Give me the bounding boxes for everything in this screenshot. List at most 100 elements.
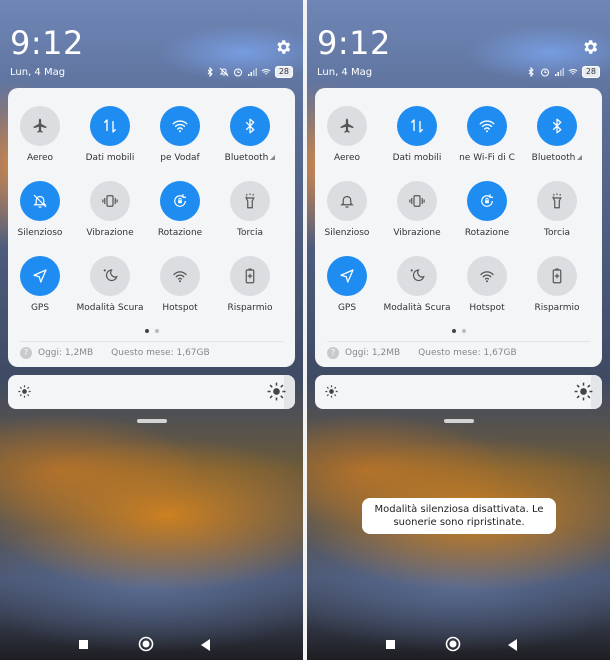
home-button[interactable] [138,636,154,652]
tile-airplane[interactable]: Aereo [312,106,382,163]
hotspot-toggle[interactable] [160,256,200,296]
battery-saver-toggle[interactable] [537,256,577,296]
tile-airplane[interactable]: Aereo [5,106,75,163]
wifi-toggle[interactable] [160,106,200,146]
battery-indicator: 28 [274,66,293,78]
dark-mode-toggle[interactable] [397,256,437,296]
tile-battery-saver[interactable]: Risparmio [522,256,592,313]
expand-arrow-icon[interactable] [577,155,583,160]
tile-label: Torcia [237,228,263,238]
gps-icon [33,269,47,283]
recents-button[interactable] [79,640,88,649]
rotation-lock-toggle[interactable] [160,181,200,221]
page-indicator [8,329,295,333]
tile-bell-off[interactable]: Silenzioso [5,181,75,238]
tile-dark-mode[interactable]: Modalità Scura [382,256,452,313]
tile-wifi[interactable]: pe Vodaf [145,106,215,163]
tile-label: Risparmio [227,303,273,313]
vibrate-toggle[interactable] [90,181,130,221]
tile-dark-mode[interactable]: Modalità Scura [75,256,145,313]
tile-hotspot[interactable]: Hotspot [452,256,522,313]
bell-icon [340,195,354,208]
vibrate-toggle[interactable] [397,181,437,221]
mobile-data-toggle[interactable] [397,106,437,146]
back-button[interactable] [201,639,210,651]
brightness-slider[interactable] [315,375,602,409]
home-button[interactable] [445,636,461,652]
tile-battery-saver[interactable]: Risparmio [215,256,285,313]
wifi-status-icon [261,69,271,75]
tile-mobile-data[interactable]: Dati mobili [75,106,145,163]
tile-label: Vibrazione [393,228,441,238]
tile-label: Modalità Scura [383,303,451,313]
hotspot-toggle[interactable] [467,256,507,296]
tile-rotation-lock[interactable]: Rotazione [145,181,215,238]
brightness-low-icon [18,385,31,398]
gear-icon[interactable] [581,38,599,56]
tile-hotspot[interactable]: Hotspot [145,256,215,313]
panel-drag-handle[interactable] [137,419,167,423]
gps-toggle[interactable] [20,256,60,296]
tile-flashlight[interactable]: Torcia [215,181,285,238]
screen-after: 9:12 Lun, 4 Mag 28 Aereo Dati mobili ne Wi… [307,0,610,660]
data-usage-icon[interactable]: ? [20,347,32,359]
clock: 9:12 [10,24,84,62]
flashlight-icon [552,193,562,209]
bluetooth-status-icon [528,67,534,77]
expand-arrow-icon[interactable] [270,155,276,160]
tile-bell[interactable]: Silenzioso [312,181,382,238]
status-bar: 28 [205,66,293,78]
tile-label: Torcia [544,228,570,238]
rotation-lock-toggle[interactable] [467,181,507,221]
flashlight-toggle[interactable] [230,181,270,221]
date-label: Lun, 4 Mag [10,67,66,78]
flashlight-toggle[interactable] [537,181,577,221]
mobile-data-toggle[interactable] [90,106,130,146]
page-dot-active[interactable] [451,329,456,333]
back-button[interactable] [508,639,517,651]
battery-saver-toggle[interactable] [230,256,270,296]
bluetooth-toggle[interactable] [230,106,270,146]
tile-mobile-data[interactable]: Dati mobili [382,106,452,163]
gps-toggle[interactable] [327,256,367,296]
data-today: Oggi: 1,2MB [38,348,94,358]
flashlight-icon [245,193,255,209]
tile-bluetooth[interactable]: Bluetooth [215,106,285,163]
brightness-high-icon [574,382,593,401]
tile-vibrate[interactable]: Vibrazione [75,181,145,238]
recents-button[interactable] [386,640,395,649]
mobile-data-icon [411,119,423,133]
tile-wifi[interactable]: ne Wi-Fi di C [452,106,522,163]
brightness-slider[interactable] [8,375,295,409]
bell-toggle[interactable] [327,181,367,221]
vibrate-icon [409,195,425,207]
tile-label: Bluetooth [522,153,592,163]
bluetooth-toggle[interactable] [537,106,577,146]
signal-status-icon [247,68,257,76]
tile-label: Modalità Scura [76,303,144,313]
page-dot[interactable] [461,329,466,333]
tile-gps[interactable]: GPS [312,256,382,313]
gear-icon[interactable] [274,38,292,56]
tile-gps[interactable]: GPS [5,256,75,313]
data-usage: ? Oggi: 1,2MB Questo mese: 1,67GB [327,347,517,359]
tile-bluetooth[interactable]: Bluetooth [522,106,592,163]
toast-message: Modalità silenziosa disattivata. Le suon… [362,498,556,534]
airplane-toggle[interactable] [20,106,60,146]
bluetooth-icon [552,118,562,134]
page-dot[interactable] [154,329,159,333]
date-label: Lun, 4 Mag [317,67,373,78]
data-usage-icon[interactable]: ? [327,347,339,359]
separator [327,341,590,342]
data-usage: ? Oggi: 1,2MB Questo mese: 1,67GB [20,347,210,359]
airplane-toggle[interactable] [327,106,367,146]
page-dot-active[interactable] [144,329,149,333]
panel-drag-handle[interactable] [444,419,474,423]
bell-off-toggle[interactable] [20,181,60,221]
navigation-bar [0,636,303,654]
dark-mode-toggle[interactable] [90,256,130,296]
tile-flashlight[interactable]: Torcia [522,181,592,238]
tile-rotation-lock[interactable]: Rotazione [452,181,522,238]
wifi-toggle[interactable] [467,106,507,146]
tile-vibrate[interactable]: Vibrazione [382,181,452,238]
